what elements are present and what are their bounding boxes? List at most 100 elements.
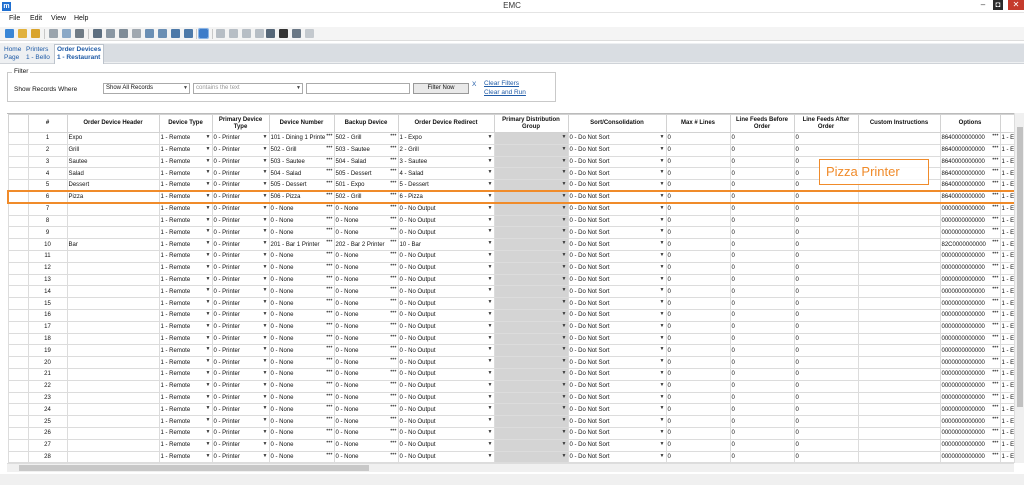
ellipsis-icon[interactable]: ••• — [390, 157, 396, 163]
order-device-redirect-cell[interactable]: 0 - No Output ▼ — [397, 415, 495, 428]
order-device-header-cell[interactable] — [66, 332, 160, 346]
line-feeds-before-cell[interactable]: 0 — [729, 344, 795, 358]
chevron-down-icon[interactable]: ▼ — [263, 311, 268, 317]
row-selector[interactable] — [7, 261, 29, 275]
line-feeds-before-cell[interactable]: 0 — [729, 143, 795, 157]
chevron-down-icon[interactable]: ▼ — [206, 335, 211, 341]
line-feeds-after-cell[interactable]: 0 — [793, 261, 859, 275]
max-lines-cell[interactable]: 0 — [665, 403, 731, 417]
ellipsis-icon[interactable]: ••• — [992, 334, 998, 340]
order-device-header-cell[interactable] — [66, 415, 160, 428]
minimize-button[interactable]: – — [978, 0, 988, 10]
max-lines-cell[interactable]: 0 — [665, 320, 731, 334]
row-number[interactable]: 7 — [27, 202, 68, 216]
undo-icon[interactable] — [171, 29, 180, 38]
chevron-down-icon[interactable]: ▼ — [562, 134, 567, 140]
distribution-group-cell[interactable]: ▼ — [493, 367, 569, 381]
chevron-down-icon[interactable]: ▼ — [263, 429, 268, 435]
ellipsis-icon[interactable]: ••• — [326, 181, 332, 187]
ellipsis-icon[interactable]: ••• — [390, 346, 396, 352]
table-row[interactable]: 25 1 - Remote ▼ 0 - Printer ▼ 0 - None ••• 0 - … — [7, 415, 1024, 428]
chevron-down-icon[interactable]: ▼ — [263, 252, 268, 258]
device-number-cell[interactable]: 502 - Grill ••• — [268, 143, 335, 157]
ellipsis-icon[interactable]: ••• — [992, 299, 998, 305]
ellipsis-icon[interactable]: ••• — [390, 393, 396, 399]
chevron-down-icon[interactable]: ▼ — [488, 417, 493, 423]
options-cell[interactable]: 8640000000000 ••• — [939, 190, 1001, 205]
sort-consolidation-cell[interactable]: 0 - Do Not Sort ▼ — [567, 450, 667, 463]
order-device-header-cell[interactable] — [66, 249, 160, 263]
row-selector[interactable] — [7, 190, 29, 205]
cut-icon[interactable] — [119, 29, 128, 38]
chevron-down-icon[interactable]: ▼ — [206, 346, 211, 352]
device-number-cell[interactable]: 0 - None ••• — [268, 391, 335, 405]
options-cell[interactable]: 0000000000000 ••• — [939, 415, 1001, 428]
ellipsis-icon[interactable]: ••• — [390, 334, 396, 340]
chevron-down-icon[interactable]: ▼ — [263, 299, 268, 305]
row-number[interactable]: 17 — [27, 320, 68, 334]
row-selector[interactable] — [7, 391, 29, 405]
sort-consolidation-cell[interactable]: 0 - Do Not Sort ▼ — [567, 426, 667, 440]
order-device-header-cell[interactable] — [66, 226, 160, 240]
max-lines-cell[interactable]: 0 — [665, 344, 731, 358]
distribution-group-cell[interactable]: ▼ — [493, 226, 569, 240]
order-device-redirect-cell[interactable]: 0 - No Output ▼ — [397, 438, 495, 452]
custom-instructions-cell[interactable] — [857, 332, 941, 346]
chevron-down-icon[interactable]: ▼ — [488, 335, 493, 341]
row-selector[interactable] — [7, 403, 29, 417]
options-cell[interactable]: 0000000000000 ••• — [939, 356, 1001, 369]
max-lines-cell[interactable]: 0 — [665, 356, 731, 369]
row-number[interactable]: 6 — [27, 190, 68, 205]
chevron-down-icon[interactable]: ▼ — [263, 264, 268, 270]
distribution-group-cell[interactable]: ▼ — [493, 261, 569, 275]
row-number[interactable]: 18 — [27, 332, 68, 346]
chevron-down-icon[interactable]: ▼ — [206, 193, 211, 199]
column-header[interactable]: Device Type — [158, 114, 213, 133]
ellipsis-icon[interactable]: ••• — [390, 405, 396, 411]
ellipsis-icon[interactable]: ••• — [326, 275, 332, 281]
ellipsis-icon[interactable]: ••• — [390, 275, 396, 281]
custom-instructions-cell[interactable] — [857, 415, 941, 428]
chevron-down-icon[interactable]: ▼ — [263, 358, 268, 364]
options-cell[interactable]: 0000000000000 ••• — [939, 332, 1001, 346]
chevron-down-icon[interactable]: ▼ — [263, 228, 268, 234]
device-number-cell[interactable]: 0 - None ••• — [268, 320, 335, 334]
device-type-cell[interactable]: 1 - Remote ▼ — [158, 155, 213, 169]
line-feeds-before-cell[interactable]: 0 — [729, 450, 795, 463]
primary-device-type-cell[interactable]: 0 - Printer ▼ — [211, 202, 270, 216]
device-number-cell[interactable]: 505 - Dessert ••• — [268, 179, 335, 192]
chevron-down-icon[interactable]: ▼ — [206, 217, 211, 223]
chevron-down-icon[interactable]: ▼ — [488, 193, 493, 199]
device-type-cell[interactable]: 1 - Remote ▼ — [158, 344, 213, 358]
chevron-down-icon[interactable]: ▼ — [263, 146, 268, 152]
line-feeds-before-cell[interactable]: 0 — [729, 367, 795, 381]
order-device-header-cell[interactable]: Salad — [66, 167, 160, 181]
chevron-down-icon[interactable]: ▼ — [562, 217, 567, 223]
ellipsis-icon[interactable]: ••• — [992, 204, 998, 210]
table-row[interactable]: 1 Expo 1 - Remote ▼ 0 - Printer ▼ 101 - Dining… — [7, 132, 1024, 145]
sort-consolidation-cell[interactable]: 0 - Do Not Sort ▼ — [567, 132, 667, 145]
line-feeds-before-cell[interactable]: 0 — [729, 391, 795, 405]
backup-device-cell[interactable]: 0 - None ••• — [333, 202, 399, 216]
chevron-down-icon[interactable]: ▼ — [660, 311, 665, 317]
sort-consolidation-cell[interactable]: 0 - Do Not Sort ▼ — [567, 285, 667, 299]
order-device-redirect-cell[interactable]: 0 - No Output ▼ — [397, 308, 495, 322]
chevron-down-icon[interactable]: ▼ — [263, 394, 268, 400]
ellipsis-icon[interactable]: ••• — [992, 193, 998, 198]
grid-icon[interactable] — [198, 28, 209, 39]
chevron-down-icon[interactable]: ▼ — [562, 240, 567, 246]
options-cell[interactable]: 8640000000000 ••• — [939, 167, 1001, 181]
chevron-down-icon[interactable]: ▼ — [206, 146, 211, 152]
line-feeds-before-cell[interactable]: 0 — [729, 190, 795, 205]
ellipsis-icon[interactable]: ••• — [390, 193, 396, 198]
backup-device-cell[interactable]: 0 - None ••• — [333, 344, 399, 358]
settings-icon[interactable] — [49, 29, 58, 38]
device-number-cell[interactable]: 504 - Salad ••• — [268, 167, 335, 181]
breadcrumb-bello[interactable]: 1 - Bello — [26, 54, 50, 61]
ellipsis-icon[interactable]: ••• — [992, 228, 998, 234]
line-feeds-after-cell[interactable]: 0 — [793, 367, 859, 381]
row-number[interactable]: 2 — [27, 143, 68, 157]
ellipsis-icon[interactable]: ••• — [390, 440, 396, 446]
column-header[interactable]: Max # Lines — [665, 114, 731, 133]
chevron-down-icon[interactable]: ▼ — [660, 252, 665, 258]
